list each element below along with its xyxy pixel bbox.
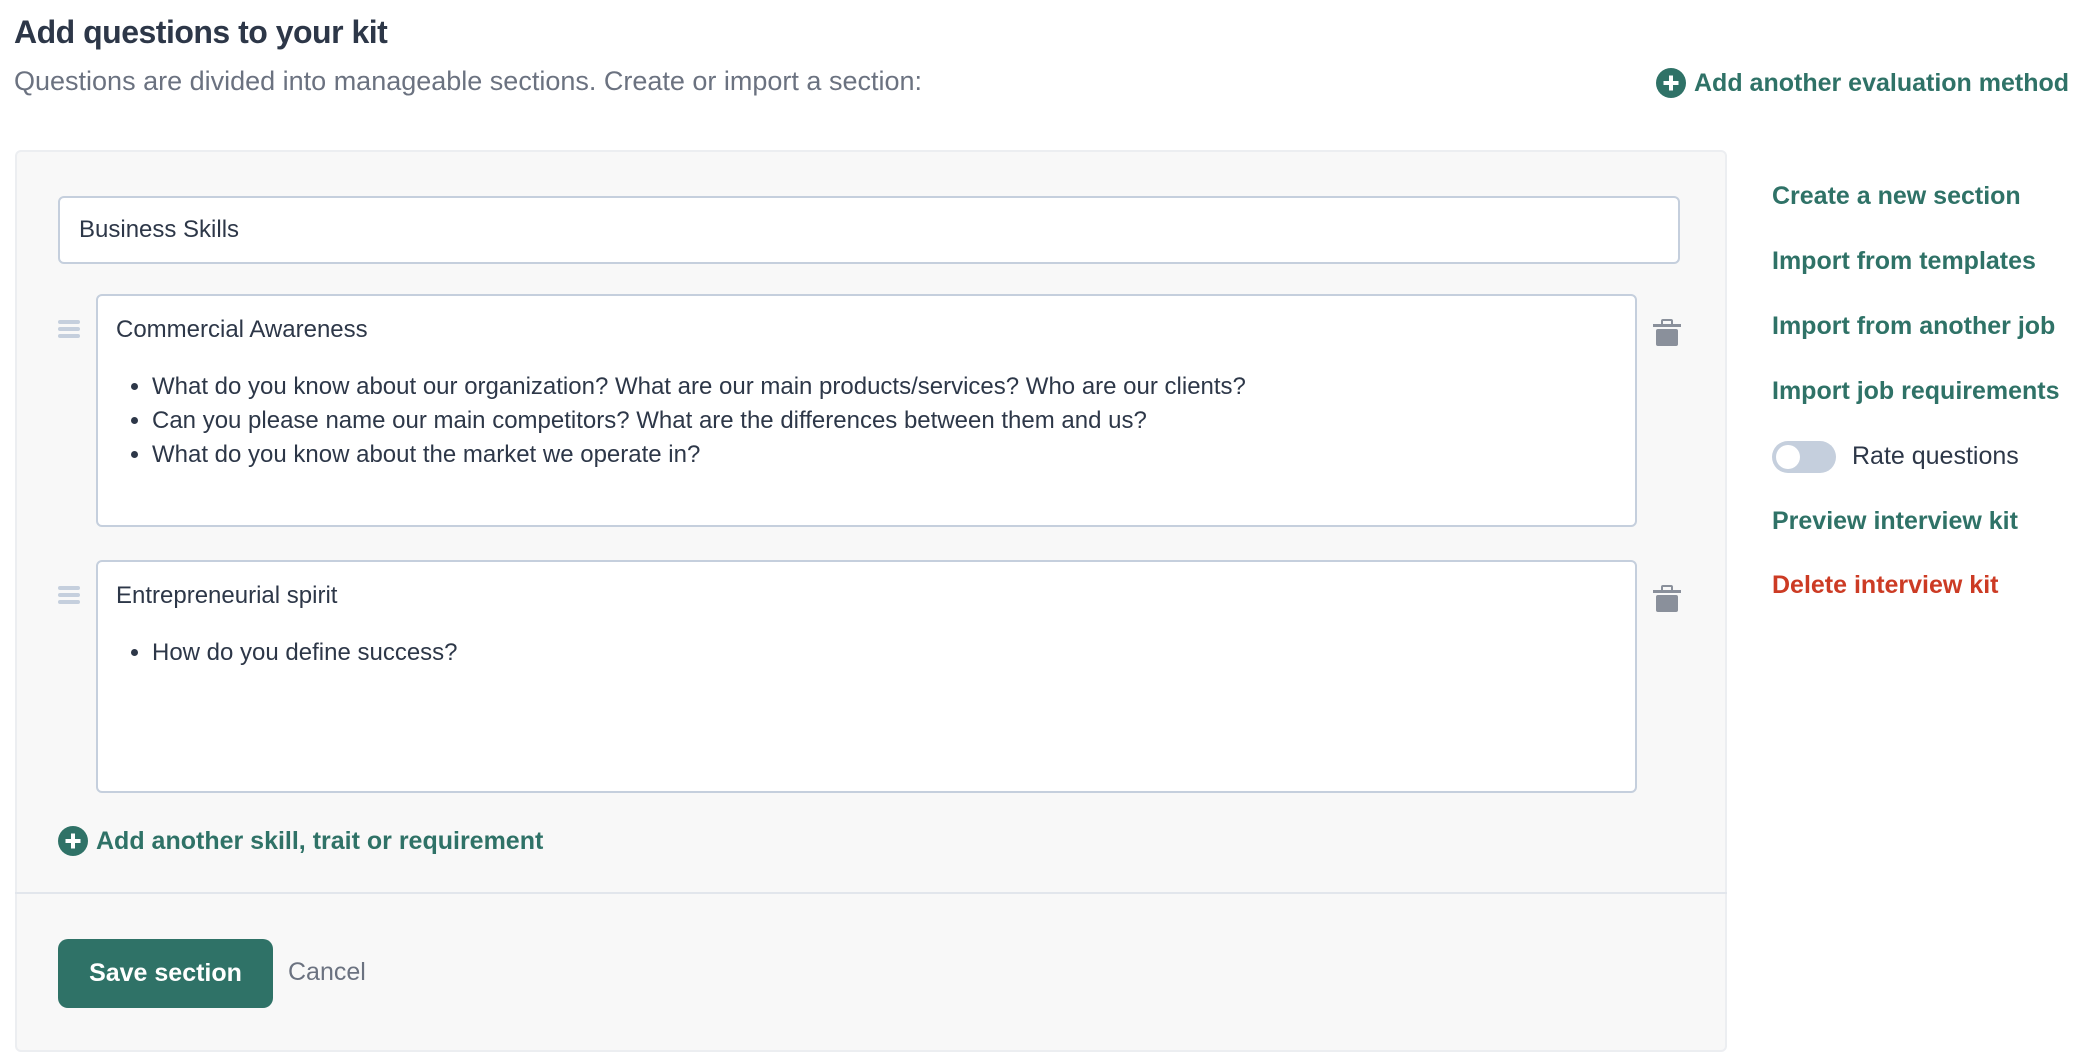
page-subtitle: Questions are divided into manageable se…	[14, 66, 922, 96]
divider	[15, 892, 1727, 894]
question-item: What do you know about the market we ope…	[152, 438, 1617, 472]
import-templates-link[interactable]: Import from templates	[1772, 247, 2036, 276]
trash-icon[interactable]	[1652, 318, 1682, 348]
question-item: How do you define success?	[152, 636, 1617, 670]
add-evaluation-method-link[interactable]: Add another evaluation method	[1656, 68, 2069, 98]
drag-handle-icon[interactable]	[58, 320, 80, 338]
skill-card[interactable]: Entrepreneurial spirit How do you define…	[96, 560, 1637, 793]
save-section-button[interactable]: Save section	[58, 939, 273, 1008]
add-skill-label: Add another skill, trait or requirement	[96, 826, 544, 855]
skill-card[interactable]: Commercial Awareness What do you know ab…	[96, 294, 1637, 527]
rate-questions-toggle[interactable]	[1772, 441, 1836, 473]
skill-title: Entrepreneurial spirit	[116, 582, 338, 609]
cancel-link[interactable]: Cancel	[288, 958, 366, 987]
trash-icon[interactable]	[1652, 584, 1682, 614]
question-item: Can you please name our main competitors…	[152, 404, 1617, 438]
add-skill-link[interactable]: Add another skill, trait or requirement	[58, 826, 543, 856]
rate-questions-label: Rate questions	[1852, 442, 2019, 470]
plus-circle-icon	[58, 826, 88, 856]
import-another-job-link[interactable]: Import from another job	[1772, 312, 2055, 341]
plus-circle-icon	[1656, 68, 1686, 98]
create-section-link[interactable]: Create a new section	[1772, 182, 2021, 211]
preview-kit-link[interactable]: Preview interview kit	[1772, 507, 2018, 536]
skill-title: Commercial Awareness	[116, 316, 368, 343]
import-job-requirements-link[interactable]: Import job requirements	[1772, 377, 2060, 406]
question-item: What do you know about our organization?…	[152, 370, 1617, 404]
add-evaluation-method-label: Add another evaluation method	[1694, 68, 2070, 97]
page-title: Add questions to your kit	[14, 14, 388, 50]
delete-kit-link[interactable]: Delete interview kit	[1772, 571, 1998, 600]
section-name-input[interactable]	[58, 196, 1680, 264]
drag-handle-icon[interactable]	[58, 586, 80, 604]
